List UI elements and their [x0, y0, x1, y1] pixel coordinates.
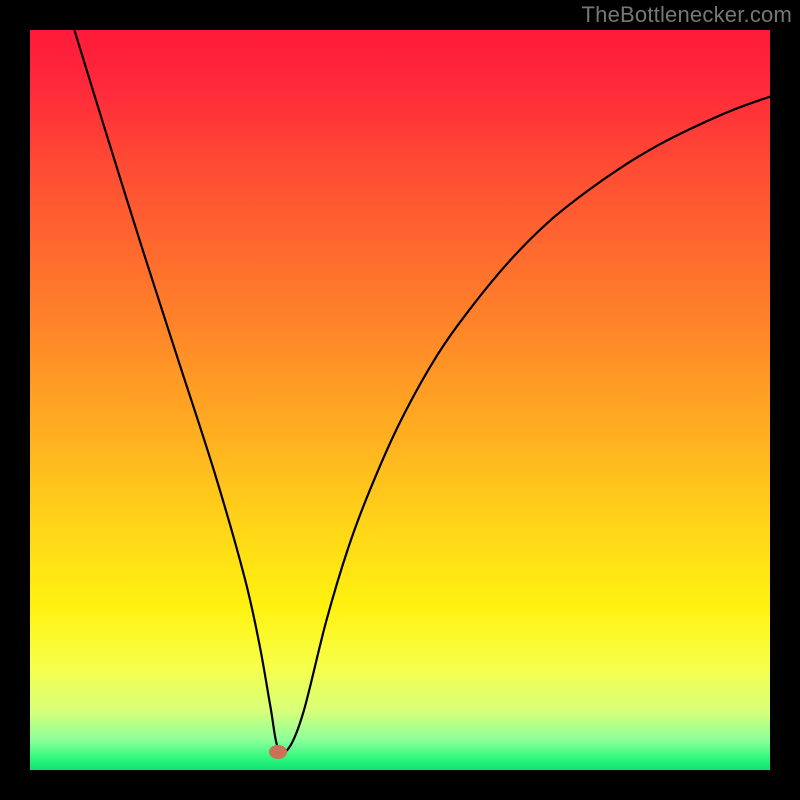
- plot-area: [30, 30, 770, 770]
- watermark-text: TheBottlenecker.com: [582, 2, 792, 28]
- chart-container: TheBottlenecker.com: [0, 0, 800, 800]
- bottleneck-curve: [30, 30, 770, 770]
- optimal-point-marker: [269, 745, 287, 759]
